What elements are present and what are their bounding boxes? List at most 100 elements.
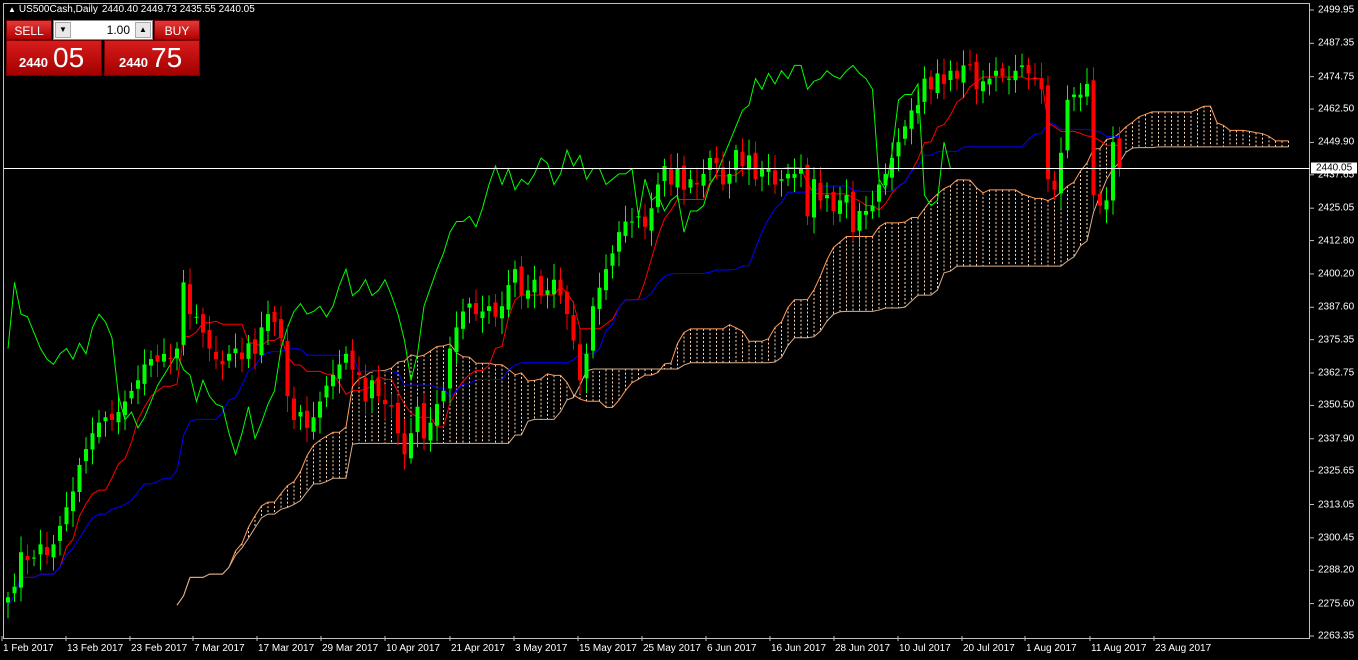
bull-candle bbox=[513, 269, 517, 283]
bull-candle bbox=[604, 269, 608, 291]
x-tick-label: 16 Jun 2017 bbox=[771, 643, 827, 654]
buy-price-button[interactable]: 2440 75 bbox=[104, 40, 200, 76]
bear-candle bbox=[714, 157, 719, 164]
sell-button[interactable]: SELL bbox=[6, 20, 52, 40]
lot-increase-icon[interactable]: ▲ bbox=[135, 22, 151, 38]
chart-title: ▲ US500Cash,Daily 2440.40 2449.73 2435.55 … bbox=[8, 4, 259, 15]
bull-candle bbox=[344, 353, 348, 363]
bear-candle bbox=[396, 402, 400, 434]
lot-decrease-icon[interactable]: ▼ bbox=[55, 22, 71, 38]
bull-candle bbox=[123, 401, 127, 415]
bull-candle bbox=[961, 65, 966, 83]
bull-candle bbox=[948, 70, 953, 81]
bull-candle bbox=[1085, 83, 1089, 97]
bear-candle bbox=[571, 315, 576, 341]
y-tick-label: 2387.60 bbox=[1318, 301, 1355, 313]
axis-ticks bbox=[1, 9, 1314, 641]
tenkan-sen-line bbox=[7, 76, 1120, 606]
candlesticks bbox=[6, 49, 1122, 619]
bull-candle bbox=[311, 417, 316, 432]
bull-candle bbox=[747, 155, 751, 170]
current-price-tag: 2440.05 bbox=[1311, 162, 1357, 174]
bull-candle bbox=[766, 168, 771, 172]
bull-candle bbox=[727, 173, 732, 184]
bear-candle bbox=[168, 357, 173, 360]
bull-candle bbox=[71, 491, 75, 512]
bull-candle bbox=[324, 385, 329, 398]
x-tick-label: 28 Jun 2017 bbox=[835, 643, 891, 654]
bull-candle bbox=[812, 179, 816, 218]
bull-candle bbox=[1111, 142, 1115, 201]
bear-candle bbox=[292, 398, 296, 420]
y-tick-label: 2337.90 bbox=[1318, 433, 1355, 445]
x-tick-label: 1 Feb 2017 bbox=[3, 643, 54, 654]
bull-candle bbox=[1072, 94, 1076, 97]
bull-candle bbox=[233, 348, 238, 354]
bull-candle bbox=[461, 311, 465, 329]
sell-price-pips: 05 bbox=[53, 42, 85, 73]
kijun-sen-line bbox=[7, 121, 1120, 606]
bull-candle bbox=[760, 168, 764, 177]
x-tick-label: 6 Jun 2017 bbox=[707, 643, 757, 654]
y-tick-label: 2325.65 bbox=[1318, 465, 1355, 477]
bull-candle bbox=[552, 279, 556, 295]
bull-candle bbox=[454, 327, 459, 352]
bear-candle bbox=[253, 339, 257, 354]
lot-size-input[interactable] bbox=[72, 21, 134, 39]
bear-candle bbox=[214, 351, 218, 360]
x-tick-label: 23 Feb 2017 bbox=[131, 643, 188, 654]
bull-candle bbox=[6, 597, 10, 603]
y-tick-label: 2474.75 bbox=[1318, 71, 1355, 83]
bear-candle bbox=[474, 303, 478, 315]
collapse-arrow-icon[interactable]: ▲ bbox=[8, 5, 16, 14]
bull-candle bbox=[610, 253, 615, 266]
bull-candle bbox=[32, 557, 36, 559]
sell-price-button[interactable]: 2440 05 bbox=[6, 40, 102, 76]
bull-candle bbox=[545, 290, 550, 295]
bull-candle bbox=[448, 348, 452, 389]
bear-candle bbox=[929, 76, 933, 90]
bull-candle bbox=[903, 126, 907, 139]
x-tick-label: 1 Aug 2017 bbox=[1026, 643, 1077, 654]
bear-candle bbox=[1117, 138, 1122, 169]
x-tick-label: 20 Jul 2017 bbox=[963, 643, 1015, 654]
bear-candle bbox=[565, 291, 569, 315]
bull-candle bbox=[259, 327, 264, 356]
bear-candle bbox=[818, 182, 823, 201]
bull-candle bbox=[1104, 200, 1109, 210]
bull-candle bbox=[19, 552, 23, 588]
buy-button[interactable]: BUY bbox=[154, 20, 200, 40]
bull-candle bbox=[649, 208, 654, 231]
bull-candle bbox=[591, 306, 595, 351]
chart-canvas bbox=[1, 9, 1314, 641]
x-tick-label: 17 Mar 2017 bbox=[258, 643, 315, 654]
bull-candle bbox=[799, 168, 803, 174]
buy-price-pips: 75 bbox=[151, 42, 183, 73]
y-tick-label: 2425.05 bbox=[1318, 202, 1355, 214]
bull-candle bbox=[877, 184, 881, 202]
bull-candle bbox=[870, 205, 875, 212]
symbol-label: US500Cash,Daily bbox=[18, 4, 98, 15]
bull-candle bbox=[779, 179, 784, 181]
lot-size-stepper: ▼ ▲ bbox=[53, 20, 153, 40]
bear-candle bbox=[1052, 180, 1057, 190]
bull-candle bbox=[623, 221, 628, 236]
bull-candle bbox=[1007, 78, 1011, 80]
bear-candle bbox=[578, 344, 582, 381]
bull-candle bbox=[916, 105, 920, 114]
bull-candle bbox=[90, 433, 95, 450]
bear-candle bbox=[669, 168, 673, 185]
sell-price-integer: 2440 bbox=[19, 55, 48, 70]
bull-candle bbox=[194, 316, 199, 318]
bull-candle bbox=[51, 544, 56, 558]
bull-candle bbox=[857, 210, 862, 231]
bear-candle bbox=[363, 377, 368, 402]
bull-candle bbox=[227, 353, 231, 361]
bull-candle bbox=[883, 173, 888, 186]
buy-price-integer: 2440 bbox=[119, 55, 148, 70]
bear-candle bbox=[402, 433, 407, 455]
bear-candle bbox=[376, 378, 381, 397]
bull-candle bbox=[825, 195, 829, 199]
x-tick-label: 11 Aug 2017 bbox=[1091, 643, 1147, 654]
bull-candle bbox=[181, 282, 186, 345]
